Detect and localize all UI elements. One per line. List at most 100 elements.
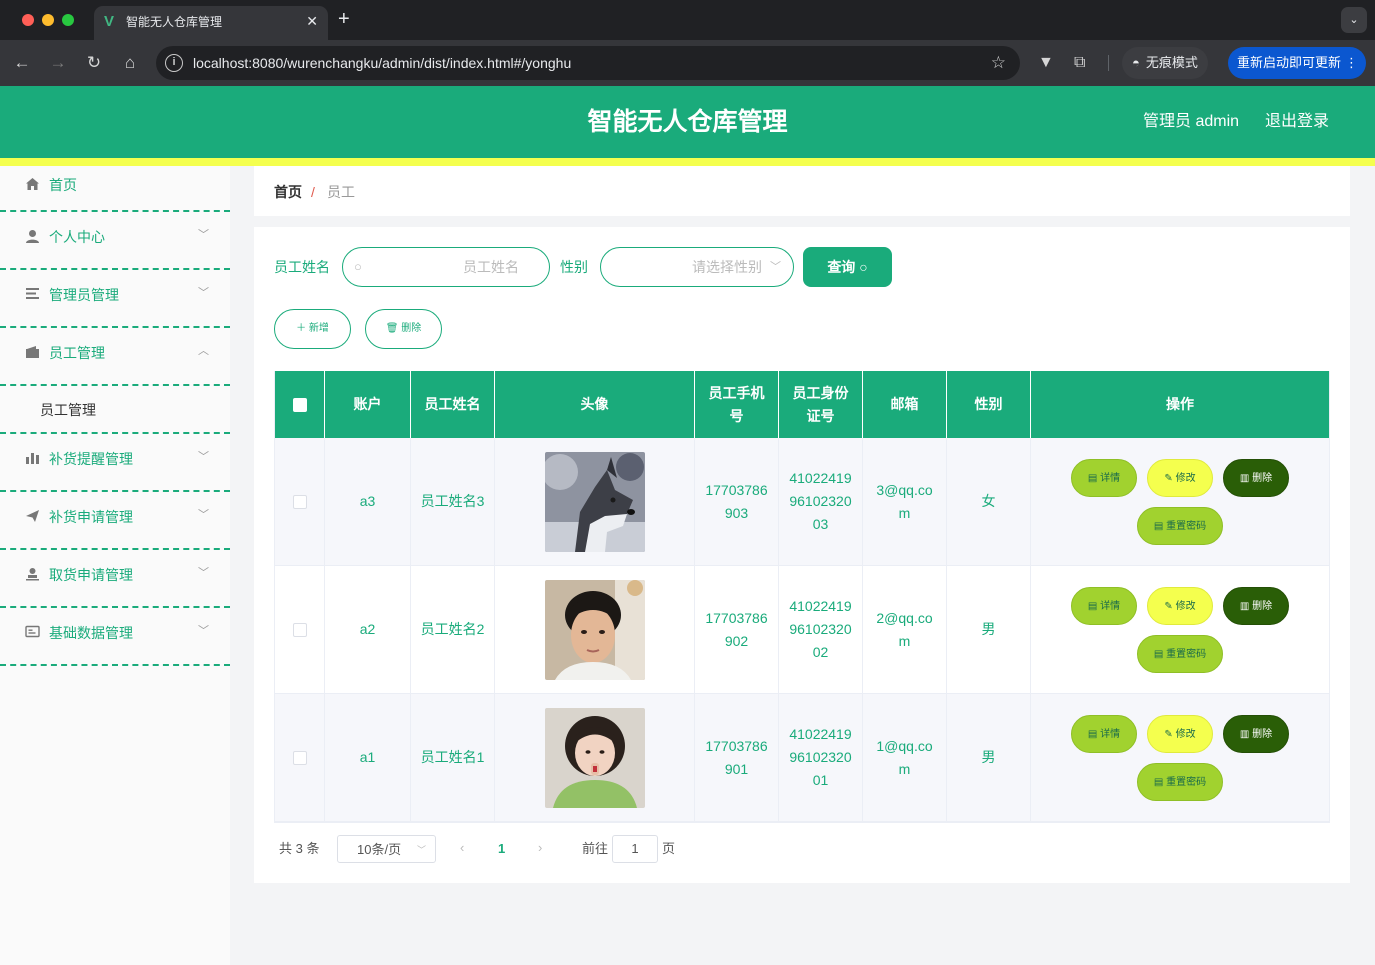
select-all-checkbox[interactable]: [292, 397, 307, 412]
document-icon: ▤: [1087, 600, 1101, 612]
avatar-cell: [495, 566, 695, 693]
reset-password-button[interactable]: ▤ 重置密码: [1137, 506, 1223, 545]
sidebar-subitem-employee-management[interactable]: 员工管理: [0, 386, 230, 434]
document-icon: ▤: [1087, 472, 1101, 484]
extensions-puzzle-icon[interactable]: ⧉: [1074, 53, 1085, 73]
forward-arrow-icon[interactable]: →: [47, 52, 69, 74]
home-icon: [24, 177, 40, 193]
add-button[interactable]: ＋ 新增: [274, 309, 351, 349]
table-row: a2 员工姓名2 17703786902 410224199610232002 …: [275, 566, 1329, 694]
column-header-account[interactable]: 账户: [325, 371, 411, 438]
url-text[interactable]: localhost:8080/wurenchangku/admin/dist/i…: [193, 55, 571, 71]
home-icon[interactable]: ⌂: [119, 52, 141, 74]
site-info-icon[interactable]: i: [165, 54, 183, 72]
detail-button[interactable]: ▤ 详情: [1071, 586, 1137, 625]
incognito-label: 无痕模式: [1145, 55, 1198, 70]
email-cell: 3@qq.com: [863, 438, 947, 565]
browser-tab[interactable]: V 智能无人仓库管理 ✕: [94, 6, 328, 40]
chevron-down-icon: ﹀: [198, 229, 209, 241]
young-woman-avatar-image[interactable]: [544, 707, 645, 808]
vue-logo-icon: V: [104, 13, 115, 30]
gender-select[interactable]: 请选择性别 ﹀: [600, 247, 794, 287]
page-number-current[interactable]: 1: [498, 840, 505, 858]
vue-devtools-icon[interactable]: ▼: [1038, 53, 1054, 73]
minimize-window-button[interactable]: [42, 14, 54, 26]
tab-search-button[interactable]: ⌄: [1341, 7, 1367, 33]
column-header-id-number[interactable]: 员工身份证号: [779, 371, 863, 438]
name-search-label: 员工姓名: [274, 259, 330, 275]
column-header-avatar[interactable]: 头像: [495, 371, 695, 438]
goto-label: 前往: [582, 841, 609, 856]
address-bar[interactable]: i localhost:8080/wurenchangku/admin/dist…: [156, 46, 1020, 80]
tab-close-icon[interactable]: ✕: [306, 13, 318, 29]
edit-label: 修改: [1175, 600, 1196, 612]
sidebar-item-pickup-request[interactable]: 取货申请管理 ﹀: [0, 550, 230, 608]
sidebar-item-base-data[interactable]: 基础数据管理 ﹀: [0, 608, 230, 666]
column-header-name[interactable]: 员工姓名: [411, 371, 495, 438]
sidebar-item-home[interactable]: 首页: [0, 166, 230, 212]
maximize-window-button[interactable]: [62, 14, 74, 26]
logout-link[interactable]: 退出登录: [1265, 111, 1329, 133]
sidebar-item-restock-request[interactable]: 补货申请管理 ﹀: [0, 492, 230, 550]
delete-label: 删除: [1252, 600, 1273, 612]
document-icon: ▤: [1153, 648, 1167, 660]
column-header-gender[interactable]: 性别: [947, 371, 1031, 438]
row-select-cell: [275, 566, 325, 693]
reset-password-button[interactable]: ▤ 重置密码: [1137, 634, 1223, 673]
chevron-down-icon: ﹀: [198, 451, 209, 463]
trash-icon: 🗑︎: [385, 323, 402, 334]
reset-password-button[interactable]: ▤ 重置密码: [1137, 762, 1223, 801]
young-man-avatar-image[interactable]: [544, 579, 645, 680]
edit-button[interactable]: ✎ 修改: [1147, 458, 1213, 497]
new-tab-button[interactable]: +: [338, 8, 350, 30]
column-header-email[interactable]: 邮箱: [863, 371, 947, 438]
detail-label: 详情: [1100, 728, 1121, 740]
delete-button[interactable]: ▥ 删除: [1223, 586, 1289, 625]
sidebar: 首页 个人中心 ﹀ 管理员管理 ﹀ 员工管理 ︿ 员工管理 补货提醒管理 ﹀ 补…: [0, 166, 230, 965]
query-label: 查询: [827, 259, 856, 275]
breadcrumb-home[interactable]: 首页: [274, 183, 302, 201]
prev-page-button[interactable]: ‹: [460, 839, 464, 857]
sidebar-item-employee-management[interactable]: 员工管理 ︿: [0, 328, 230, 386]
column-header-phone[interactable]: 员工手机号: [695, 371, 779, 438]
close-window-button[interactable]: [22, 14, 34, 26]
trash-icon: ▥: [1239, 728, 1253, 740]
delete-button[interactable]: ▥ 删除: [1223, 714, 1289, 753]
back-arrow-icon[interactable]: ←: [11, 52, 33, 74]
more-menu-icon[interactable]: ⋮: [1345, 47, 1358, 79]
id-number-cell: 410224199610232001: [779, 694, 863, 821]
row-checkbox[interactable]: [292, 494, 307, 509]
sidebar-item-restock-reminder[interactable]: 补货提醒管理 ﹀: [0, 434, 230, 492]
batch-delete-button[interactable]: 🗑︎ 删除: [365, 309, 442, 349]
name-search-input[interactable]: ○ 员工姓名: [342, 247, 550, 287]
edit-button[interactable]: ✎ 修改: [1147, 586, 1213, 625]
incognito-indicator[interactable]: ◓ 无痕模式: [1122, 47, 1208, 79]
bookmark-star-icon[interactable]: ☆: [991, 53, 1006, 73]
chevron-down-icon: ﹀: [770, 261, 781, 273]
relaunch-update-button[interactable]: 重新启动即可更新 ⋮: [1228, 47, 1366, 79]
detail-button[interactable]: ▤ 详情: [1071, 714, 1137, 753]
row-checkbox[interactable]: [292, 622, 307, 637]
sidebar-item-profile[interactable]: 个人中心 ﹀: [0, 212, 230, 270]
sidebar-item-admin-management[interactable]: 管理员管理 ﹀: [0, 270, 230, 328]
gender-select-placeholder: 请选择性别: [692, 259, 762, 275]
detail-button[interactable]: ▤ 详情: [1071, 458, 1137, 497]
chevron-down-icon: ﹀: [198, 287, 209, 299]
page-size-select[interactable]: 10条/页 ﹀: [337, 835, 436, 863]
actions-cell: ▤ 详情 ✎ 修改 ▥ 删除 ▤ 重置密码: [1031, 566, 1329, 693]
husky-avatar-image[interactable]: [544, 451, 645, 552]
update-label: 重新启动即可更新: [1237, 55, 1342, 70]
reload-icon[interactable]: ↻: [83, 52, 105, 74]
query-button[interactable]: 查询 ○: [803, 247, 892, 287]
tab-title: 智能无人仓库管理: [126, 15, 223, 29]
admin-user-label: 管理员 admin: [1143, 113, 1240, 130]
app-header: 智能无人仓库管理 管理员 admin 退出登录: [0, 86, 1375, 158]
row-checkbox[interactable]: [292, 750, 307, 765]
breadcrumb-current: 员工: [327, 184, 355, 200]
next-page-button[interactable]: ›: [538, 839, 542, 857]
goto-page-input[interactable]: 1: [612, 835, 658, 863]
reset-label: 重置密码: [1166, 520, 1207, 532]
delete-button[interactable]: ▥ 删除: [1223, 458, 1289, 497]
pagination-total: 共 3 条: [279, 841, 320, 856]
edit-button[interactable]: ✎ 修改: [1147, 714, 1213, 753]
